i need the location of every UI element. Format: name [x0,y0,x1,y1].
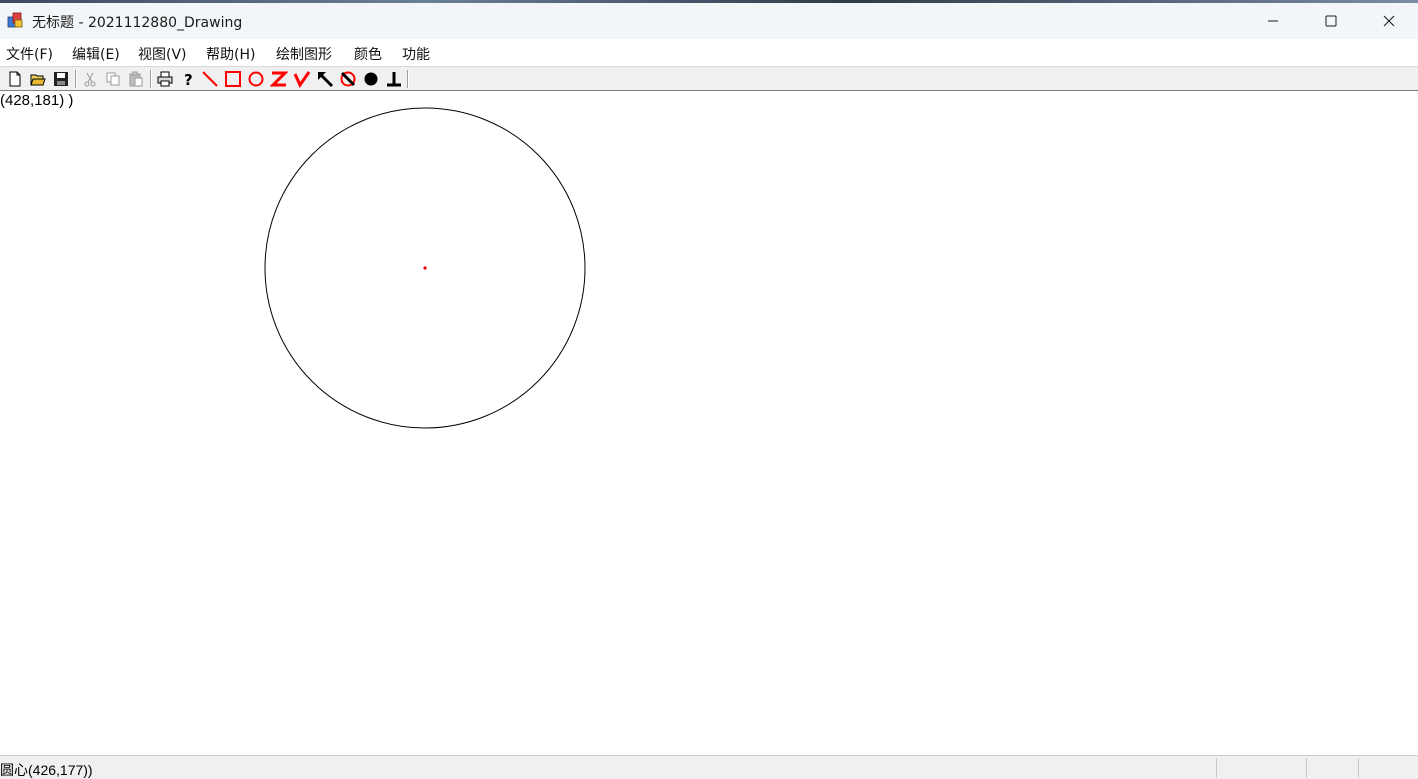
help-button[interactable]: ? [178,69,198,89]
zigzag-tool-button[interactable] [269,69,289,89]
window-title: 无标题 - 2021112880_Drawing [32,15,243,31]
paste-icon [129,71,143,87]
no-fill-tool-icon [340,71,356,87]
check-tool-button[interactable] [292,69,312,89]
minimize-button[interactable] [1244,3,1302,39]
arrow-tool-icon [318,72,334,88]
minimize-icon [1268,20,1278,22]
copy-icon [106,72,120,86]
rectangle-tool-button[interactable] [223,69,243,89]
rectangle-tool-icon [225,71,241,87]
drawing-app-window: 无标题 - 2021112880_Drawing 文件(F) 编辑(E) 视图(… [0,0,1418,779]
menu-draw-shapes[interactable]: 绘制图形 [276,44,332,64]
save-icon [54,72,68,86]
app-icon[interactable] [6,11,24,29]
circle-tool-button[interactable] [246,69,266,89]
print-icon [157,71,173,87]
svg-text:?: ? [184,71,193,87]
no-fill-tool-button[interactable] [338,69,358,89]
menu-help[interactable]: 帮助(H) [206,44,255,64]
circle-center-point [423,266,427,270]
menu-view[interactable]: 视图(V) [138,44,187,64]
save-button[interactable] [51,69,71,89]
menu-bar: 文件(F) 编辑(E) 视图(V) 帮助(H) 绘制图形 颜色 功能 [0,40,1418,66]
menu-file[interactable]: 文件(F) [6,44,53,64]
zigzag-tool-icon [270,71,288,87]
title-bar[interactable]: 无标题 - 2021112880_Drawing [0,3,1418,39]
check-tool-icon [293,71,311,88]
toolbar-separator [150,70,152,88]
new-button[interactable] [5,69,25,89]
filled-circle-tool-button[interactable] [361,69,381,89]
close-button[interactable] [1360,3,1418,39]
perpendicular-tool-button[interactable] [384,69,404,89]
status-pane [1216,758,1305,778]
status-pane [1306,758,1357,778]
maximize-icon [1325,15,1337,27]
cut-icon [84,72,96,87]
line-tool-icon [202,71,218,87]
toolbar-separator [75,70,77,88]
open-button[interactable] [28,69,48,89]
paste-button[interactable] [126,69,146,89]
menu-edit[interactable]: 编辑(E) [72,44,120,64]
arrow-tool-button[interactable] [315,69,335,89]
drawing-surface[interactable] [0,91,1418,754]
status-bar: 圆心(426,177)) [0,755,1418,779]
filled-circle-tool-icon [364,72,378,86]
menu-functions[interactable]: 功能 [402,44,430,64]
cut-button[interactable] [80,69,100,89]
drawing-canvas[interactable]: (428,181) ) [0,91,1418,754]
toolbar: ? [0,66,1418,91]
status-pane [1358,758,1417,778]
new-icon [9,71,21,87]
print-button[interactable] [155,69,175,89]
open-icon [30,74,46,86]
copy-button[interactable] [103,69,123,89]
menu-color[interactable]: 颜色 [354,44,382,64]
perpendicular-tool-icon [387,72,401,87]
circle-tool-icon [248,71,264,87]
help-icon: ? [184,71,193,87]
close-icon [1383,15,1395,27]
status-text: 圆心(426,177)) [0,762,93,778]
maximize-button[interactable] [1302,3,1360,39]
line-tool-button[interactable] [200,69,220,89]
toolbar-separator [407,70,409,88]
